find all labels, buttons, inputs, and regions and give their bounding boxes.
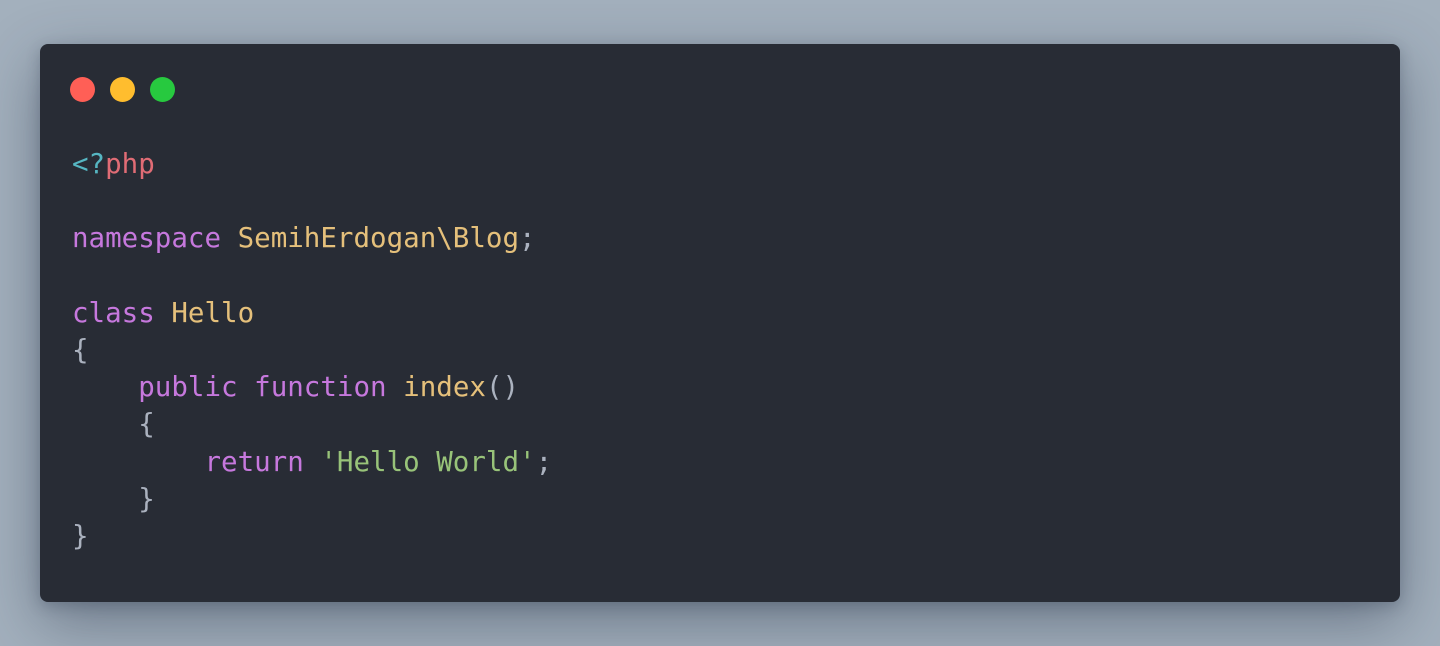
- code-token-type: Hello: [171, 296, 255, 329]
- code-token-punctuation: }: [72, 519, 89, 552]
- code-line: {: [72, 406, 552, 443]
- zoom-icon[interactable]: [150, 77, 175, 102]
- code-line: }: [72, 518, 552, 555]
- code-line: namespace SemihErdogan\Blog;: [72, 220, 552, 257]
- code-token-tag-name: php: [105, 148, 155, 180]
- code-token-punctuation: {: [72, 333, 89, 366]
- code-token-string: 'Hello World': [320, 445, 536, 478]
- code-token-keyword: function: [254, 371, 387, 404]
- code-token-punctuation: [221, 222, 238, 254]
- code-line: {: [72, 332, 552, 369]
- code-token-punctuation: [155, 297, 172, 329]
- code-token-keyword: public: [138, 371, 238, 404]
- code-line: }: [72, 481, 552, 518]
- code-token-punctuation: (): [485, 371, 520, 404]
- code-token-punctuation: {: [72, 408, 155, 441]
- code-line: return 'Hello World';: [72, 444, 552, 481]
- code-token-type: index: [403, 371, 486, 404]
- code-token-type: SemihErdogan\Blog: [237, 222, 520, 255]
- code-token-punctuation: [304, 446, 321, 478]
- code-line: <?php: [72, 146, 552, 183]
- code-token-punctuation: [238, 371, 255, 403]
- code-block: <?php namespace SemihErdogan\Blog; class H…: [72, 146, 552, 555]
- code-token-punctuation: [387, 371, 404, 403]
- code-token-punctuation: ;: [535, 445, 553, 478]
- code-token-punctuation: }: [72, 482, 155, 515]
- code-line: class Hello: [72, 295, 552, 332]
- code-window: <?php namespace SemihErdogan\Blog; class H…: [40, 44, 1400, 602]
- close-icon[interactable]: [70, 77, 95, 102]
- code-token-keyword: class: [72, 296, 155, 329]
- code-token-tag: <?: [72, 148, 106, 180]
- minimize-icon[interactable]: [110, 77, 135, 102]
- code-token-punctuation: [72, 371, 138, 403]
- code-token-punctuation: ;: [519, 222, 536, 255]
- code-token-punctuation: [72, 446, 204, 478]
- code-token-keyword: return: [204, 445, 304, 478]
- code-token-keyword: namespace: [72, 222, 222, 255]
- code-line: public function index(): [72, 369, 552, 406]
